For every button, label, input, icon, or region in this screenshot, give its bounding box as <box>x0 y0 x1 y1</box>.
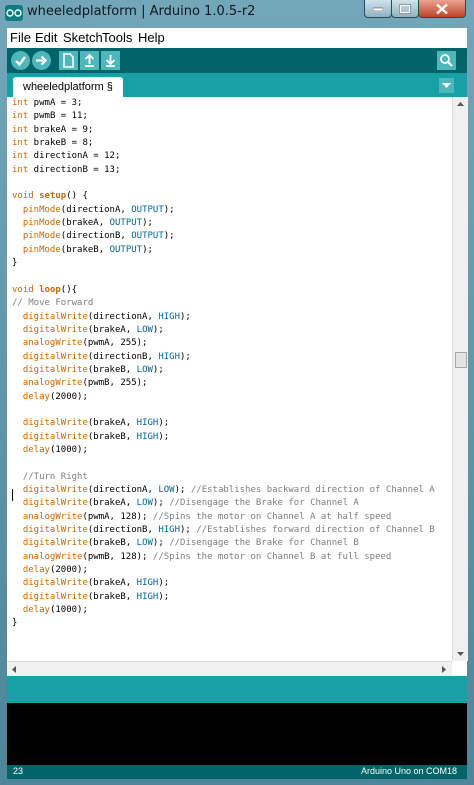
code-line: delay(1000); <box>22 605 88 616</box>
code-line: ​ <box>12 270 442 283</box>
code-line: } <box>12 618 18 629</box>
window-title: wheeledplatform | Arduino 1.0.5-r2 <box>27 4 256 19</box>
code-line: delay(2000); <box>22 391 88 402</box>
vertical-scrollbar[interactable] <box>452 97 468 661</box>
toolbar <box>7 48 467 73</box>
tab-wheeledplatform[interactable]: wheeledplatform § <box>13 77 123 97</box>
save-button[interactable] <box>101 51 120 70</box>
arduino-logo-icon <box>5 5 23 21</box>
code-line: int brakeB = 8; <box>12 138 94 149</box>
code-text-area[interactable]: int pwmA = 3; int pwmB = 11; int brakeA = … <box>12 97 442 661</box>
scroll-up-icon[interactable] <box>453 97 468 112</box>
code-line: pinMode(brakeA, OUTPUT); <box>22 218 153 229</box>
minimize-button[interactable] <box>364 0 392 18</box>
code-line: int pwmB = 11; <box>12 111 88 122</box>
serial-monitor-button[interactable] <box>437 51 456 70</box>
code-line: int directionB = 13; <box>12 164 121 175</box>
code-line: analogWrite(pwmB, 128); //Spins the moto… <box>22 551 392 562</box>
upload-button[interactable] <box>32 51 51 70</box>
code-line: ​ <box>12 177 442 190</box>
menu-tools[interactable]: Tools <box>102 30 132 45</box>
close-button[interactable] <box>418 0 466 18</box>
scroll-thumb[interactable] <box>455 352 467 368</box>
code-line: void setup() { <box>12 191 88 202</box>
code-line: int pwmA = 3; <box>12 98 83 108</box>
console-output[interactable] <box>7 703 467 765</box>
code-line: analogWrite(pwmB, 255); <box>22 378 148 389</box>
code-line: digitalWrite(brakeB, HIGH); <box>22 591 170 602</box>
code-line: digitalWrite(directionB, HIGH); //Establ… <box>22 525 435 535</box>
scroll-left-icon[interactable] <box>7 662 22 677</box>
code-line: // Move Forward <box>12 298 94 309</box>
code-editor[interactable]: int pwmA = 3; int pwmB = 11; int brakeA = … <box>7 97 468 677</box>
scroll-right-icon[interactable] <box>436 662 451 677</box>
code-line: pinMode(directionA, OUTPUT); <box>22 204 175 215</box>
footer-bar: 23 Arduino Uno on COM18 <box>7 765 467 779</box>
code-line: digitalWrite(brakeA, HIGH); <box>22 578 170 589</box>
menu-edit[interactable]: Edit <box>35 30 57 45</box>
new-button[interactable] <box>59 51 78 70</box>
code-line: pinMode(brakeB, OUTPUT); <box>22 244 153 255</box>
code-line: delay(1000); <box>22 444 88 455</box>
code-line: digitalWrite(brakeA, LOW); //Disengage t… <box>22 498 359 509</box>
menu-sketch[interactable]: Sketch <box>63 30 103 45</box>
open-button[interactable] <box>80 51 99 70</box>
code-line: void loop(){ <box>12 284 78 295</box>
code-line: digitalWrite(directionA, HIGH); <box>22 311 191 322</box>
verify-button[interactable] <box>11 51 30 70</box>
horizontal-scrollbar[interactable] <box>7 661 452 677</box>
code-line: analogWrite(pwmA, 128); //Spins the moto… <box>22 511 392 522</box>
code-line: int brakeA = 9; <box>12 124 94 135</box>
chevron-down-icon <box>442 83 451 88</box>
upload-icon <box>36 55 48 66</box>
code-line: int directionA = 12; <box>12 151 121 162</box>
board-port-label: Arduino Uno on COM18 <box>360 766 457 776</box>
code-line: digitalWrite(brakeB, LOW); //Disengage t… <box>22 538 359 549</box>
code-line: digitalWrite(brakeB, LOW); <box>22 364 164 375</box>
code-line: //Turn Right <box>22 471 88 482</box>
menu-help[interactable]: Help <box>138 30 165 45</box>
code-line: digitalWrite(brakeB, HIGH); <box>22 431 170 442</box>
code-line: } <box>12 258 18 269</box>
arduino-ide-window: wheeledplatform | Arduino 1.0.5-r2 File … <box>0 0 474 785</box>
title-bar: wheeledplatform | Arduino 1.0.5-r2 <box>0 0 474 27</box>
code-line: ​ <box>12 457 442 470</box>
new-icon <box>63 53 74 68</box>
open-icon <box>84 53 95 67</box>
verify-icon <box>15 56 26 67</box>
menu-bar: File Edit Sketch Tools Help <box>7 28 467 49</box>
status-bar <box>7 676 467 703</box>
line-number: 23 <box>13 766 24 776</box>
maximize-button[interactable] <box>391 0 419 18</box>
code-line: digitalWrite(brakeA, HIGH); <box>22 418 170 429</box>
menu-file[interactable]: File <box>10 30 31 45</box>
text-caret <box>12 489 13 501</box>
code-line: digitalWrite(directionA, LOW); //Establi… <box>22 484 435 495</box>
code-line: digitalWrite(directionB, HIGH); <box>22 351 191 362</box>
save-icon <box>105 55 116 67</box>
code-line: digitalWrite(brakeA, LOW); <box>22 324 164 335</box>
code-line: analogWrite(pwmA, 255); <box>22 338 148 349</box>
code-line: pinMode(directionB, OUTPUT); <box>22 231 175 242</box>
tab-strip: wheeledplatform § <box>7 73 467 97</box>
tab-menu-button[interactable] <box>439 78 454 93</box>
code-line: ​ <box>12 404 442 417</box>
serial-monitor-icon <box>440 54 453 67</box>
scroll-down-icon[interactable] <box>453 646 468 661</box>
code-line: delay(2000); <box>22 565 88 576</box>
